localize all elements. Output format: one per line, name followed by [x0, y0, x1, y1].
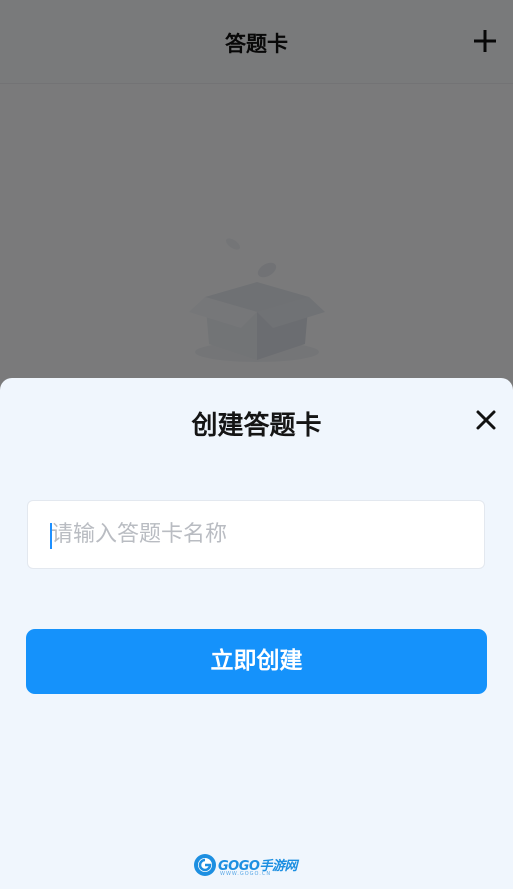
gogo-logo-icon: [194, 854, 216, 876]
create-now-button[interactable]: 立即创建: [26, 629, 487, 694]
screen: 答题卡 创建答题卡 立即创建 GOGO手游网 WWW.GOGO.CN: [0, 0, 513, 889]
watermark-logo: GOGO手游网 WWW.GOGO.CN: [193, 853, 297, 879]
card-name-input[interactable]: [48, 501, 471, 568]
create-card-sheet: 创建答题卡 立即创建 GOGO手游网 WWW.GOGO.CN: [0, 378, 513, 889]
close-icon[interactable]: [475, 409, 497, 431]
text-caret: [50, 523, 52, 549]
card-name-field[interactable]: [27, 500, 485, 569]
watermark-subtext: WWW.GOGO.CN: [220, 871, 272, 877]
sheet-title: 创建答题卡: [191, 411, 322, 441]
